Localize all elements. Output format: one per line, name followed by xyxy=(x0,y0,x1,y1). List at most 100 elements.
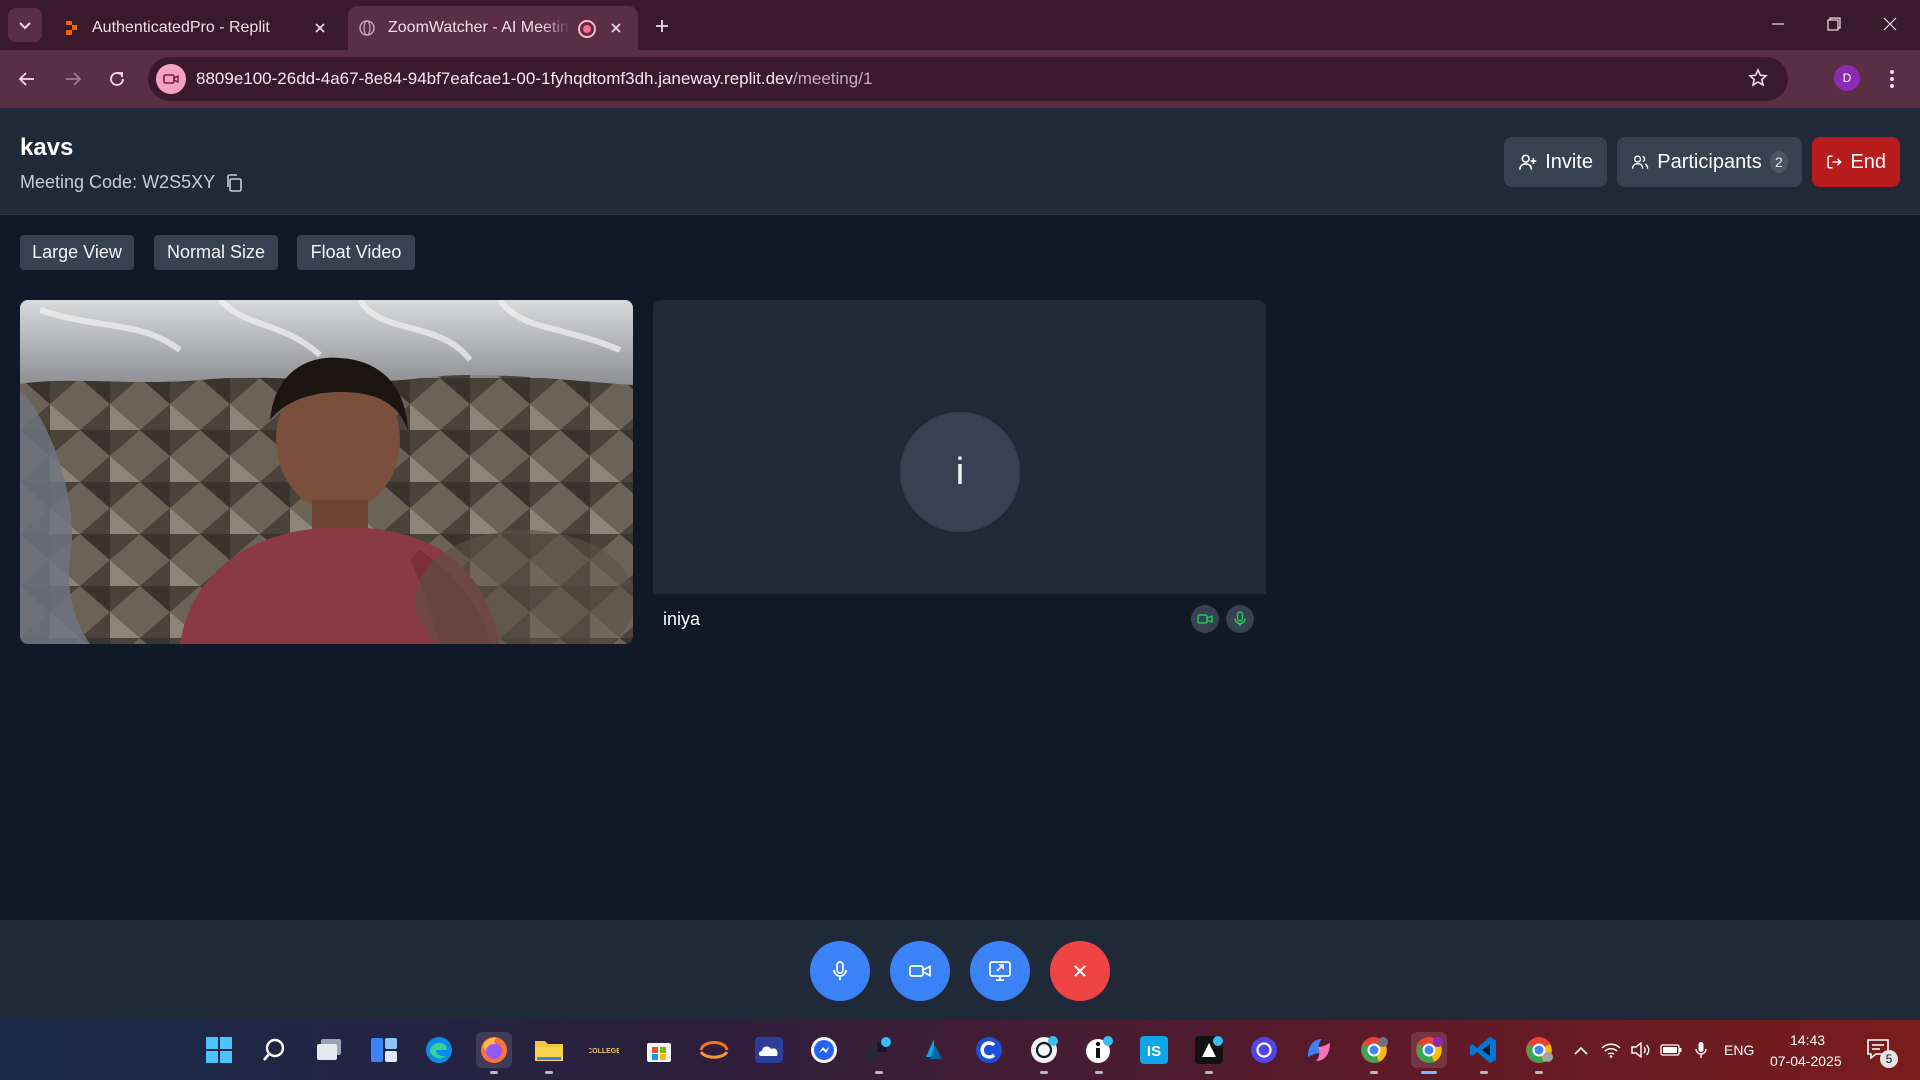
invite-button[interactable]: Invite xyxy=(1504,137,1607,187)
reload-button[interactable] xyxy=(100,62,134,96)
arrow-left-icon xyxy=(18,72,34,86)
start-icon[interactable] xyxy=(201,1032,237,1068)
users-icon xyxy=(1631,155,1649,169)
normal-size-button[interactable]: Normal Size xyxy=(154,235,278,270)
globe-icon xyxy=(358,19,376,37)
tab-search-button[interactable] xyxy=(8,8,42,42)
close-window-button[interactable] xyxy=(1862,6,1918,42)
messenger-icon[interactable] xyxy=(806,1032,842,1068)
profile-avatar[interactable]: D xyxy=(1834,65,1860,91)
invite-label: Invite xyxy=(1545,150,1593,173)
toggle-mic-button[interactable] xyxy=(810,941,870,1001)
participants-label: Participants xyxy=(1657,150,1762,173)
copy-icon[interactable] xyxy=(225,173,243,192)
copilot-icon[interactable] xyxy=(1301,1032,1337,1068)
chrome-profile-d-icon[interactable] xyxy=(1411,1032,1447,1074)
wifi-icon[interactable] xyxy=(1600,1040,1622,1060)
firefox-icon[interactable] xyxy=(476,1032,512,1074)
chatgpt-icon[interactable] xyxy=(1026,1032,1062,1074)
back-button[interactable] xyxy=(10,62,44,96)
camera-status-icon xyxy=(1191,605,1219,633)
share-screen-button[interactable] xyxy=(970,941,1030,1001)
url-text[interactable]: 8809e100-26dd-4a67-8e84-94bf7eafcae1-00-… xyxy=(196,69,872,89)
more-menu-icon[interactable] xyxy=(1882,64,1902,94)
openai-icon[interactable] xyxy=(1246,1032,1282,1068)
meeting-title: kavs xyxy=(20,134,74,161)
new-tab-button[interactable] xyxy=(648,12,676,40)
notification-count-badge: 5 xyxy=(1880,1050,1898,1068)
tab-title: ZoomWatcher - AI Meeting xyxy=(388,19,570,36)
svg-text:COLLEGE: COLLEGE xyxy=(589,1048,619,1055)
clock-time[interactable]: 14:43 xyxy=(1790,1032,1825,1048)
windows-taskbar: COLLEGE IS ENG 14:43 07-04-2025 5 xyxy=(0,1020,1920,1080)
chrome-icon[interactable] xyxy=(1521,1032,1557,1074)
c-app-icon[interactable] xyxy=(971,1032,1007,1068)
camera-feed-image xyxy=(20,300,633,644)
camera-site-icon[interactable] xyxy=(156,64,186,94)
is-app-icon[interactable]: IS xyxy=(1136,1032,1172,1068)
bookmark-star-icon[interactable] xyxy=(1748,68,1768,88)
tab-title: AuthenticatedPro - Replit xyxy=(92,19,270,36)
battery-icon[interactable] xyxy=(1660,1040,1682,1060)
participant-footer: iniya xyxy=(653,594,1266,644)
widgets-icon[interactable] xyxy=(366,1032,402,1068)
reload-icon xyxy=(110,72,124,86)
file-explorer-icon[interactable] xyxy=(531,1032,567,1074)
microsoft-store-icon[interactable] xyxy=(641,1032,677,1068)
forward-button[interactable] xyxy=(56,62,90,96)
clock-date[interactable]: 07-04-2025 xyxy=(1770,1053,1842,1069)
toggle-camera-button[interactable] xyxy=(890,941,950,1001)
task-view-icon[interactable] xyxy=(311,1032,347,1068)
cloud-app-icon[interactable] xyxy=(751,1032,787,1068)
video-camera-icon xyxy=(909,965,931,977)
mic-icon xyxy=(833,961,847,980)
close-tab-icon[interactable] xyxy=(310,18,330,38)
end-label: End xyxy=(1850,150,1886,173)
tab-authenticatedpro[interactable]: AuthenticatedPro - Replit xyxy=(52,6,342,50)
info-app-icon[interactable] xyxy=(1081,1032,1117,1074)
user-plus-icon xyxy=(1519,154,1537,170)
screen-share-icon xyxy=(989,961,1011,981)
mic-status-icon xyxy=(1226,605,1254,633)
participant-name: iniya xyxy=(663,609,701,629)
search-icon[interactable] xyxy=(256,1032,292,1068)
end-meeting-button[interactable]: End xyxy=(1812,137,1900,187)
minimize-button[interactable] xyxy=(1750,6,1806,42)
close-icon xyxy=(1074,965,1086,977)
volume-icon[interactable] xyxy=(1630,1040,1652,1060)
language-indicator[interactable]: ENG xyxy=(1724,1042,1754,1058)
leave-call-button[interactable] xyxy=(1050,941,1110,1001)
college-app-icon[interactable]: COLLEGE xyxy=(586,1032,622,1068)
running-indicator xyxy=(1040,1071,1048,1074)
chevron-up-icon[interactable] xyxy=(1570,1040,1592,1060)
arc-app-icon[interactable] xyxy=(696,1032,732,1068)
capcut-icon[interactable] xyxy=(1191,1032,1227,1074)
browser-toolbar: 8809e100-26dd-4a67-8e84-94bf7eafcae1-00-… xyxy=(0,50,1920,108)
restore-button[interactable] xyxy=(1806,6,1862,42)
close-icon xyxy=(1883,17,1897,31)
plus-icon xyxy=(656,20,668,32)
chevron-down-icon xyxy=(19,22,31,30)
docker-app-icon[interactable] xyxy=(861,1032,897,1074)
large-view-button[interactable]: Large View xyxy=(20,235,134,270)
microphone-tray-icon[interactable] xyxy=(1690,1040,1712,1060)
chrome-profile-e-icon[interactable] xyxy=(1356,1032,1392,1074)
meeting-code: Meeting Code: W2S5XY xyxy=(20,172,243,193)
participants-button[interactable]: Participants 2 xyxy=(1617,137,1802,187)
local-video-tile[interactable] xyxy=(20,300,633,644)
address-bar[interactable]: 8809e100-26dd-4a67-8e84-94bf7eafcae1-00-… xyxy=(148,57,1788,101)
restore-icon xyxy=(1827,17,1841,31)
replit-icon xyxy=(62,19,80,37)
recording-indicator-icon xyxy=(578,20,596,38)
remote-video-tile[interactable]: i iniya xyxy=(653,300,1266,644)
tab-zoomwatcher[interactable]: ZoomWatcher - AI Meeting xyxy=(348,6,638,50)
edge-icon[interactable] xyxy=(421,1032,457,1068)
running-indicator xyxy=(1370,1071,1378,1074)
meeting-control-bar xyxy=(0,920,1920,1020)
float-video-button[interactable]: Float Video xyxy=(297,235,415,270)
url-host: 8809e100-26dd-4a67-8e84-94bf7eafcae1-00-… xyxy=(196,69,794,88)
close-tab-icon[interactable] xyxy=(606,18,626,38)
azure-icon[interactable] xyxy=(916,1032,952,1068)
log-out-icon xyxy=(1827,155,1842,169)
vscode-icon[interactable] xyxy=(1466,1032,1502,1074)
